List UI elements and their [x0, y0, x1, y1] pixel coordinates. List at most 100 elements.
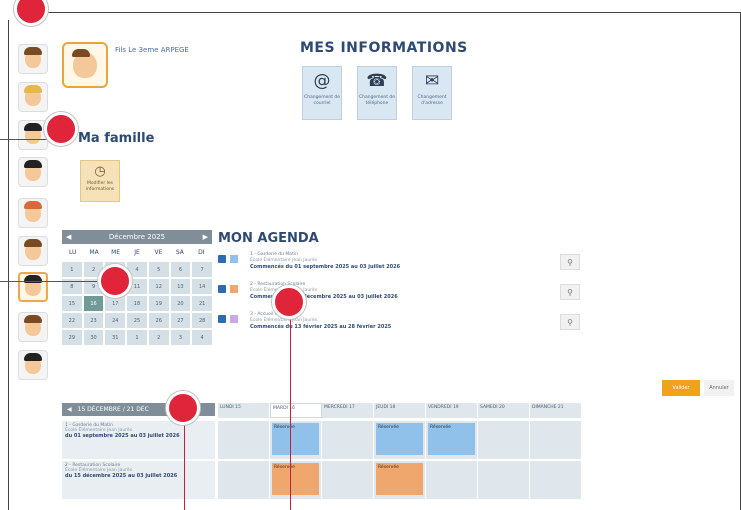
week-row-label: 2 - Restauration Scolaire École Élémentai…: [62, 461, 215, 499]
calendar-day[interactable]: 27: [170, 313, 191, 328]
leader-line: [290, 318, 291, 510]
avatar[interactable]: [18, 312, 48, 342]
week-cell[interactable]: [530, 421, 582, 459]
agenda-checkbox[interactable]: [218, 315, 226, 323]
calendar-day[interactable]: 31: [105, 330, 126, 345]
agenda-period: Commencés du 13 février 2025 au 28 févri…: [250, 324, 392, 330]
phone-icon: ☎: [366, 71, 388, 91]
avatar[interactable]: [18, 236, 48, 266]
calendar-day[interactable]: 2: [148, 330, 169, 345]
agenda-color-swatch: [230, 315, 238, 323]
calendar-day[interactable]: 16: [83, 296, 104, 311]
week-cell[interactable]: [478, 421, 530, 459]
week-cell[interactable]: [218, 421, 270, 459]
leader-line: [0, 281, 100, 282]
famille-tile[interactable]: ◷ Modifier les informations: [80, 160, 120, 202]
change-address-tile[interactable]: ✉ Changement d'adresse: [412, 66, 452, 120]
calendar-day[interactable]: 4: [192, 330, 212, 345]
change-email-tile[interactable]: @ Changement de courriel: [302, 66, 342, 120]
week-cell[interactable]: [426, 461, 478, 499]
calendar-day[interactable]: 13: [170, 279, 191, 294]
week-row-label: 1 - Garderie du Matin École Élémentaire J…: [62, 421, 215, 459]
calendar-day[interactable]: 7: [192, 262, 212, 277]
next-month-arrow[interactable]: ▶: [203, 233, 208, 241]
week-cell[interactable]: [478, 461, 530, 499]
week-cell[interactable]: [322, 421, 374, 459]
prev-month-arrow[interactable]: ◀: [66, 233, 71, 241]
left-frame-line: [8, 20, 9, 510]
calendar-month: Décembre 2025: [108, 233, 166, 241]
calendar-day[interactable]: 19: [148, 296, 169, 311]
calendar-day[interactable]: 30: [83, 330, 104, 345]
calendar-day[interactable]: 12: [148, 279, 169, 294]
avatar[interactable]: [18, 82, 48, 112]
week-day-header: MARDI 16: [270, 403, 322, 418]
agenda-school: École Élémentaire Jean Jaurès: [250, 318, 318, 323]
validate-button[interactable]: Valider: [662, 380, 700, 396]
agenda-color-swatch: [230, 255, 238, 263]
calendar-day[interactable]: 3: [170, 330, 191, 345]
agenda-color-swatch: [230, 285, 238, 293]
calendar-day[interactable]: 1: [127, 330, 147, 345]
calendar-day[interactable]: 29: [62, 330, 82, 345]
calendar-day[interactable]: 21: [192, 296, 212, 311]
reservation-event[interactable]: Réservée: [376, 423, 423, 455]
calendar-day[interactable]: 20: [170, 296, 191, 311]
user-avatar: [62, 42, 108, 88]
calendar-header: ◀ Décembre 2025 ▶: [62, 230, 212, 244]
avatar[interactable]: [18, 350, 48, 380]
avatar-active[interactable]: [18, 272, 48, 302]
week-cell[interactable]: [530, 461, 582, 499]
reservation-event[interactable]: Réservée: [376, 463, 423, 495]
avatar[interactable]: [18, 198, 48, 228]
mes-informations-title: MES INFORMATIONS: [300, 40, 468, 56]
calendar-day[interactable]: 22: [62, 313, 82, 328]
agenda-checkbox[interactable]: [218, 285, 226, 293]
agenda-title: MON AGENDA: [218, 231, 319, 246]
marker-dot: [98, 264, 132, 298]
avatar[interactable]: [18, 157, 48, 187]
calendar-day[interactable]: 1: [62, 262, 82, 277]
week-day-header: SAMEDI 20: [478, 403, 530, 418]
user-name: Fils Le 3eme ARPEGE: [115, 46, 189, 54]
prev-week-arrow[interactable]: ◀: [67, 406, 72, 413]
calendar-day[interactable]: 6: [170, 262, 191, 277]
zoom-icon[interactable]: ⚲: [560, 284, 580, 300]
envelope-icon: ✉: [424, 71, 440, 91]
marker-dot: [272, 285, 306, 319]
calendar-day[interactable]: 23: [83, 313, 104, 328]
agenda-item: 1 - Garderie du Matin École Élémentaire J…: [218, 252, 580, 278]
calendar-day[interactable]: 14: [192, 279, 212, 294]
cancel-button[interactable]: Annuler: [704, 380, 734, 396]
at-icon: @: [313, 71, 331, 91]
calendar-day[interactable]: 17: [105, 296, 126, 311]
week-day-header: LUNDI 15: [218, 403, 270, 418]
avatar[interactable]: [18, 44, 48, 74]
week-day-header: VENDREDI 19: [426, 403, 478, 418]
clock-icon: ◷: [94, 164, 106, 179]
week-cell[interactable]: [218, 461, 270, 499]
change-phone-tile[interactable]: ☎ Changement de téléphone: [357, 66, 397, 120]
calendar-weekdays: LU MA ME JE VE SA DI: [68, 249, 205, 256]
calendar-day[interactable]: 25: [127, 313, 147, 328]
reservation-event[interactable]: Réservée: [272, 423, 319, 455]
zoom-icon[interactable]: ⚲: [560, 314, 580, 330]
leader-line: [0, 139, 48, 140]
calendar-day[interactable]: 5: [148, 262, 169, 277]
marker-dot: [14, 0, 48, 26]
calendar-day[interactable]: 28: [192, 313, 212, 328]
top-frame-line: [30, 12, 741, 13]
zoom-icon[interactable]: ⚲: [560, 254, 580, 270]
marker-dot: [44, 112, 78, 146]
calendar-day[interactable]: 26: [148, 313, 169, 328]
reservation-event[interactable]: Réservée: [272, 463, 319, 495]
calendar-day[interactable]: 15: [62, 296, 82, 311]
week-day-header: JEUDI 18: [374, 403, 426, 418]
calendar-day[interactable]: 24: [105, 313, 126, 328]
calendar-grid: 1234567891011121314151617181920212223242…: [62, 262, 212, 345]
week-cell[interactable]: [322, 461, 374, 499]
agenda-checkbox[interactable]: [218, 255, 226, 263]
reservation-event[interactable]: Réservée: [428, 423, 475, 455]
agenda-activity: 1 - Garderie du Matin: [250, 252, 298, 257]
calendar-day[interactable]: 18: [127, 296, 147, 311]
